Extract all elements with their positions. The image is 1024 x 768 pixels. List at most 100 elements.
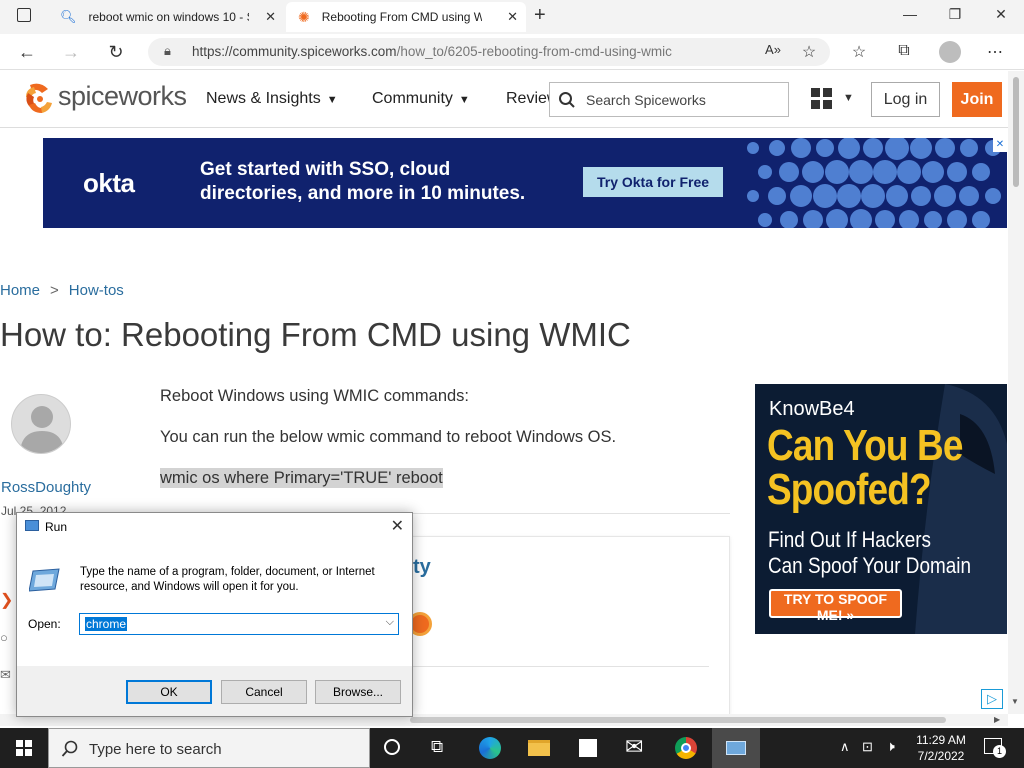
clock[interactable]: 11:29 AM 7/2/2022 — [911, 732, 971, 764]
reload-icon[interactable]: ↻ — [103, 40, 129, 64]
restore-icon[interactable]: ❐ — [935, 6, 975, 23]
mail-taskbar-icon[interactable]: ✉ — [613, 728, 661, 768]
ad-banner[interactable]: okta Get started with SSO, cloud directo… — [43, 138, 1007, 228]
breadcrumb-home-link[interactable]: Home — [0, 282, 40, 299]
browser-toolbar: ← → ↻ 🔒︎ https://community.spiceworks.co… — [0, 34, 1024, 70]
article-paragraph: Reboot Windows using WMIC commands: — [160, 387, 470, 405]
author-avatar[interactable] — [11, 394, 71, 454]
join-button[interactable]: Join — [952, 82, 1002, 117]
volume-icon[interactable]: 🕨︎ — [886, 738, 895, 755]
close-icon[interactable]: ✕ — [391, 516, 404, 536]
related-card[interactable] — [380, 536, 730, 716]
related-card-title[interactable]: ty — [413, 556, 431, 579]
file-explorer-taskbar-icon[interactable] — [515, 728, 563, 768]
store-bag-icon — [579, 739, 597, 757]
new-tab-icon[interactable]: + — [534, 4, 546, 27]
browse-button[interactable]: Browse... — [315, 680, 401, 704]
network-icon[interactable]: ⊡ — [862, 739, 873, 755]
breadcrumb-separator: > — [50, 282, 59, 299]
vertical-scrollbar[interactable]: ▼ — [1008, 71, 1024, 714]
run-program-icon — [29, 568, 60, 592]
ad-cta-button[interactable]: Try Okta for Free — [583, 167, 723, 197]
mail-icon: ✉ — [0, 667, 11, 682]
breadcrumb-howtos-link[interactable]: How-tos — [69, 282, 124, 299]
collections-icon[interactable]: ⧉ — [893, 42, 915, 60]
ad-brand-logo: okta — [83, 168, 135, 198]
ad-subheadline: Find Out If Hackers Can Spoof Your Domai… — [768, 527, 1007, 579]
chevron-down-icon: ▼ — [458, 94, 470, 106]
adchoices-icon[interactable]: ▷ — [981, 689, 1003, 709]
card-divider — [411, 666, 709, 667]
run-dialog: Run ✕ Type the name of a program, folder… — [16, 512, 413, 717]
tab-current-page[interactable]: ✺ Rebooting From CMD using WM ✕ — [286, 2, 526, 32]
favorites-icon[interactable]: ☆ — [848, 42, 870, 62]
run-program-icon — [726, 741, 746, 755]
nav-news-insights[interactable]: News & Insights ▼ — [206, 90, 338, 108]
cancel-button[interactable]: Cancel — [221, 680, 307, 704]
task-view-icon[interactable]: ⧉ — [431, 737, 443, 757]
tab-title: Rebooting From CMD using WM — [321, 10, 482, 24]
scroll-down-icon[interactable]: ▼ — [1011, 697, 1019, 706]
scroll-right-icon[interactable]: ▶ — [994, 715, 1000, 724]
close-window-icon[interactable]: ✕ — [981, 6, 1021, 23]
chevron-down-icon[interactable]: ▼ — [843, 92, 854, 104]
ad-headline: Can You Be Spoofed? — [767, 424, 1007, 512]
read-aloud-icon[interactable]: A» — [762, 42, 784, 57]
ad-cta-button[interactable]: TRY TO SPOOF ME! » — [769, 589, 902, 623]
nav-community[interactable]: Community ▼ — [372, 90, 470, 108]
lock-icon[interactable]: 🔒︎ — [164, 43, 171, 59]
author-link[interactable]: RossDoughty — [1, 479, 91, 496]
spiceworks-favicon-icon: ✺ — [298, 8, 310, 25]
ok-button[interactable]: OK — [126, 680, 212, 704]
page-title: How to: Rebooting From CMD using WMIC — [0, 316, 631, 353]
article-paragraph: You can run the below wmic command to re… — [160, 428, 617, 446]
nav-reviews[interactable]: Reviews — [506, 90, 549, 108]
tab-actions-icon[interactable] — [17, 8, 31, 22]
forward-icon[interactable]: → — [58, 40, 84, 64]
ad-close-icon[interactable]: ✕ — [993, 138, 1007, 152]
url-domain: https://community.spiceworks.com — [192, 44, 397, 59]
ad-subheadline-line: Find Out If Hackers — [768, 527, 931, 552]
search-placeholder: Search Spiceworks — [586, 92, 706, 108]
scrollbar-thumb[interactable] — [1013, 77, 1019, 187]
windows-start-icon[interactable] — [0, 728, 48, 768]
taskbar: Type here to search ⧉ ✉ ∧ ⊡ 🕨︎ 11:29 AM … — [0, 728, 1024, 768]
back-icon[interactable]: ← — [14, 40, 40, 64]
address-bar[interactable]: 🔒︎ https://community.spiceworks.com/how_… — [148, 38, 830, 66]
apps-grid-icon[interactable] — [811, 88, 833, 115]
spiceworks-logo-icon[interactable] — [24, 81, 56, 115]
open-input-value[interactable]: chrome — [85, 617, 128, 631]
site-search-input[interactable]: Search Spiceworks — [549, 82, 789, 117]
cortana-icon[interactable] — [384, 739, 400, 755]
dialog-footer: OK Cancel Browse... — [17, 666, 412, 716]
run-taskbar-icon[interactable] — [712, 728, 760, 768]
close-tab-icon[interactable]: ✕ — [265, 9, 276, 25]
side-ad[interactable]: KnowBe4 Can You Be Spoofed? Find Out If … — [755, 384, 1007, 634]
close-tab-icon[interactable]: ✕ — [507, 9, 518, 25]
tab-search-results[interactable]: 🔍︎ reboot wmic on windows 10 - Se ✕ — [48, 2, 284, 32]
comment-icon: ○ — [0, 630, 8, 645]
add-favorite-icon[interactable]: ☆ — [798, 42, 820, 62]
ad-headline-line: Spoofed? — [767, 465, 932, 514]
scrollbar-thumb[interactable] — [410, 717, 946, 723]
chili-icon: ❯ — [0, 592, 14, 609]
store-taskbar-icon[interactable] — [564, 728, 612, 768]
minimize-icon[interactable]: — — [890, 6, 930, 22]
ad-brand-logo: KnowBe4 — [769, 398, 855, 420]
clock-date: 7/2/2022 — [917, 749, 965, 763]
chrome-taskbar-icon[interactable] — [662, 728, 710, 768]
site-logo-text[interactable]: spiceworks — [58, 81, 187, 112]
ad-headline-line: Can You Be — [767, 421, 963, 470]
login-button[interactable]: Log in — [871, 82, 940, 117]
open-combobox[interactable]: chrome ⌵ — [79, 613, 399, 635]
show-hidden-icons-icon[interactable]: ∧ — [840, 739, 850, 755]
taskbar-search-input[interactable]: Type here to search — [48, 728, 370, 768]
ad-headline-line: Get started with SSO, cloud — [200, 159, 451, 180]
profile-avatar[interactable] — [939, 41, 961, 63]
url-text: https://community.spiceworks.com/how_to/… — [192, 44, 672, 59]
more-menu-icon[interactable]: ⋯ — [984, 42, 1006, 62]
chevron-down-icon[interactable]: ⌵ — [386, 616, 394, 629]
dialog-body: Type the name of a program, folder, docu… — [17, 543, 412, 666]
edge-taskbar-icon[interactable] — [466, 728, 514, 768]
browser-tab-strip: 🔍︎ reboot wmic on windows 10 - Se ✕ ✺ Re… — [0, 0, 1024, 34]
